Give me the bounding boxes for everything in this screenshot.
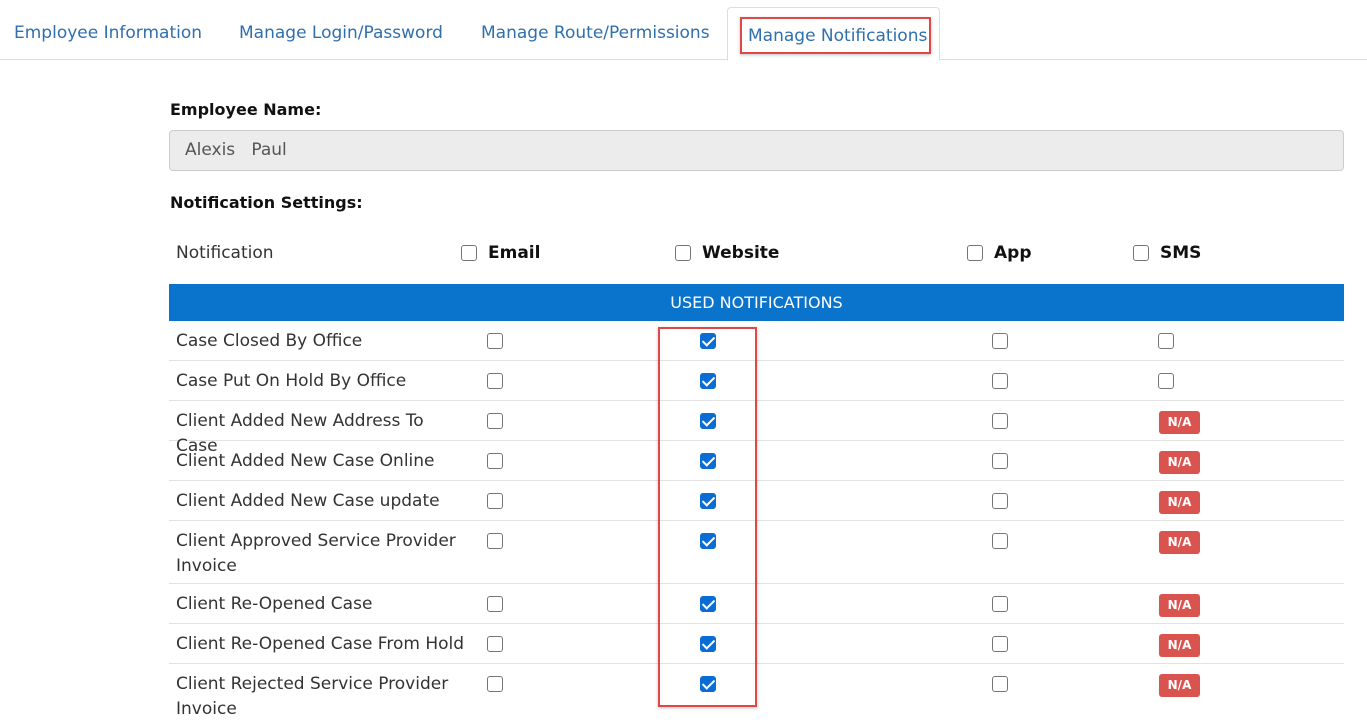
website-checkbox[interactable] — [700, 636, 716, 652]
table-row: Client Approved Service Provider Invoice… — [169, 521, 1344, 584]
notification-name: Client Re-Opened Case — [176, 594, 373, 614]
table-row: Client Added New Case update N/A — [169, 481, 1344, 521]
notification-settings-label: Notification Settings: — [170, 193, 363, 212]
email-checkbox[interactable] — [487, 413, 503, 429]
section-used-notifications: USED NOTIFICATIONS — [169, 284, 1344, 321]
column-header-app-label: App — [994, 243, 1032, 263]
website-checkbox[interactable] — [700, 333, 716, 349]
sms-checkbox[interactable] — [1158, 373, 1174, 389]
website-checkbox[interactable] — [700, 493, 716, 509]
website-checkbox[interactable] — [700, 373, 716, 389]
notification-name: Client Re-Opened Case From Hold — [176, 634, 465, 654]
table-row: Client Re-Opened Case From Hold N/A — [169, 624, 1344, 664]
select-all-sms-checkbox[interactable] — [1133, 245, 1149, 261]
select-all-app-checkbox[interactable] — [967, 245, 983, 261]
table-row: Case Closed By Office — [169, 321, 1344, 361]
notification-name: Client Added New Case update — [176, 491, 440, 511]
notification-name: Client Added New Case Online — [176, 451, 435, 471]
app-checkbox[interactable] — [992, 676, 1008, 692]
column-header-sms: SMS — [1133, 242, 1201, 264]
email-checkbox[interactable] — [487, 636, 503, 652]
app-checkbox[interactable] — [992, 533, 1008, 549]
table-row: Case Put On Hold By Office — [169, 361, 1344, 401]
email-checkbox[interactable] — [487, 493, 503, 509]
sms-checkbox[interactable] — [1158, 333, 1174, 349]
table-row: Client Rejected Service Provider Invoice… — [169, 664, 1344, 727]
tab-employee-information[interactable]: Employee Information — [14, 8, 202, 60]
website-checkbox[interactable] — [700, 676, 716, 692]
email-checkbox[interactable] — [487, 533, 503, 549]
email-checkbox[interactable] — [487, 453, 503, 469]
app-checkbox[interactable] — [992, 636, 1008, 652]
sms-na-badge: N/A — [1159, 634, 1200, 657]
sms-na-badge: N/A — [1159, 594, 1200, 617]
employee-name-field: Alexis Paul — [169, 130, 1344, 171]
select-all-website-checkbox[interactable] — [675, 245, 691, 261]
column-header-website: Website — [675, 242, 779, 264]
notification-name: Case Put On Hold By Office — [176, 371, 407, 391]
website-checkbox[interactable] — [700, 453, 716, 469]
notification-name: Client Rejected Service Provider Invoice — [176, 674, 449, 719]
email-checkbox[interactable] — [487, 596, 503, 612]
column-header-website-label: Website — [702, 243, 780, 263]
sms-na-badge: N/A — [1159, 451, 1200, 474]
app-checkbox[interactable] — [992, 453, 1008, 469]
app-checkbox[interactable] — [992, 373, 1008, 389]
column-header-email: Email — [461, 242, 540, 264]
employee-name-label: Employee Name: — [170, 100, 322, 119]
app-checkbox[interactable] — [992, 333, 1008, 349]
website-checkbox[interactable] — [700, 596, 716, 612]
website-checkbox[interactable] — [700, 533, 716, 549]
select-all-email-checkbox[interactable] — [461, 245, 477, 261]
column-header-email-label: Email — [488, 243, 541, 263]
column-header-notification: Notification — [176, 243, 274, 263]
app-checkbox[interactable] — [992, 596, 1008, 612]
table-row: Client Added New Case Online N/A — [169, 441, 1344, 481]
app-checkbox[interactable] — [992, 413, 1008, 429]
notification-name: Client Approved Service Provider Invoice — [176, 531, 456, 576]
table-row: Client Added New Address To Case N/A — [169, 401, 1344, 456]
tab-manage-notifications-label: Manage Notifications — [740, 17, 931, 54]
sms-na-badge: N/A — [1159, 674, 1200, 697]
tab-manage-route-permissions[interactable]: Manage Route/Permissions — [481, 8, 710, 60]
email-checkbox[interactable] — [487, 333, 503, 349]
sms-na-badge: N/A — [1159, 531, 1200, 554]
sms-na-badge: N/A — [1159, 491, 1200, 514]
sms-na-badge: N/A — [1159, 411, 1200, 434]
column-header-app: App — [967, 242, 1032, 264]
column-header-sms-label: SMS — [1160, 243, 1202, 263]
tab-manage-notifications[interactable]: Manage Notifications — [727, 7, 940, 61]
email-checkbox[interactable] — [487, 373, 503, 389]
table-row: Client Re-Opened Case N/A — [169, 584, 1344, 624]
email-checkbox[interactable] — [487, 676, 503, 692]
tab-manage-login-password[interactable]: Manage Login/Password — [239, 8, 443, 60]
notification-name: Case Closed By Office — [176, 331, 363, 351]
app-checkbox[interactable] — [992, 493, 1008, 509]
website-checkbox[interactable] — [700, 413, 716, 429]
tab-bar: Employee Information Manage Login/Passwo… — [0, 0, 1367, 61]
